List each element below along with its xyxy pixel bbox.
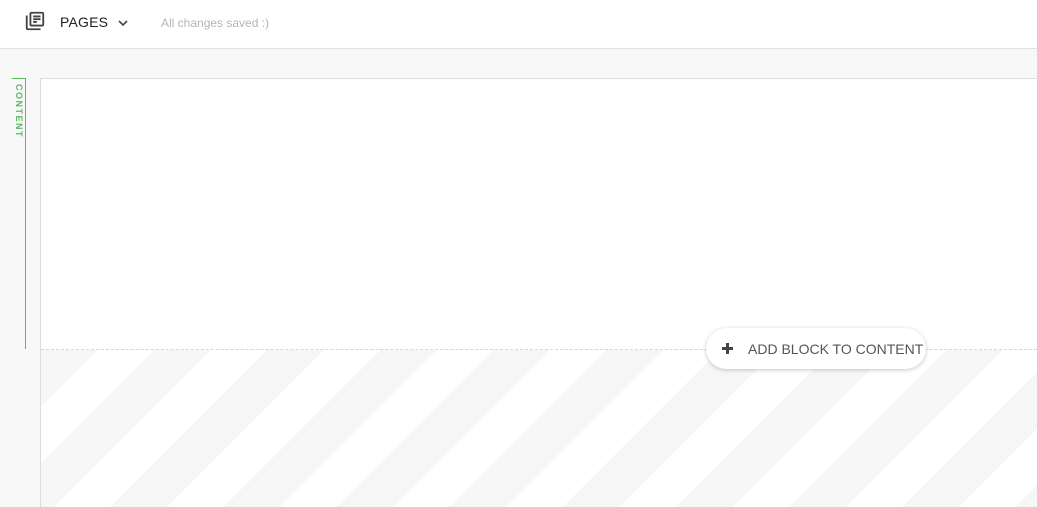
content-block-area[interactable] [41, 79, 1037, 349]
pages-dropdown[interactable]: PAGES [60, 12, 129, 32]
top-toolbar: PAGES All changes saved :) [0, 0, 1037, 49]
chevron-down-icon [117, 16, 129, 28]
editor-canvas [40, 78, 1037, 507]
plus-icon [722, 343, 733, 354]
library-books-icon[interactable] [24, 10, 46, 32]
content-tab-label: CONTENT [14, 84, 24, 138]
add-block-button[interactable]: ADD BLOCK TO CONTENT [706, 328, 926, 369]
pages-dropdown-label: PAGES [60, 14, 109, 30]
block-drop-zone[interactable] [41, 349, 1037, 507]
save-status-text: All changes saved :) [161, 16, 270, 30]
add-block-label: ADD BLOCK TO CONTENT [748, 340, 924, 357]
